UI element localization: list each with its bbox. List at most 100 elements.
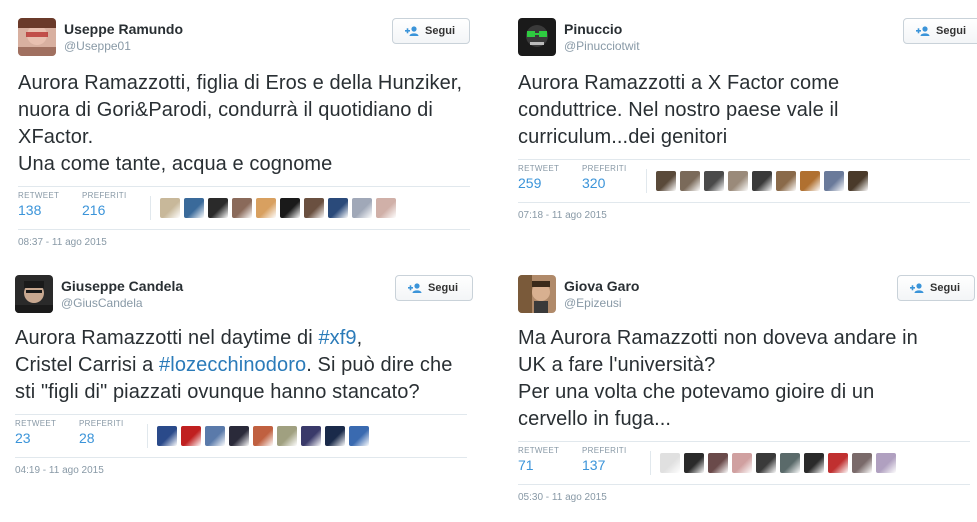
favoriters-avatars	[150, 196, 396, 220]
user-handle[interactable]: @GiusCandela	[61, 296, 143, 310]
add-user-icon	[405, 26, 419, 36]
avatar[interactable]	[18, 18, 56, 56]
retweet-count[interactable]: 71	[518, 457, 559, 473]
favoriter-avatar[interactable]	[684, 453, 704, 473]
favoriter-avatar[interactable]	[656, 171, 676, 191]
favoriter-avatar[interactable]	[824, 171, 844, 191]
retweet-count[interactable]: 138	[18, 202, 59, 218]
favoriter-avatar[interactable]	[352, 198, 372, 218]
tweet-header: Pinuccio @Pinucciotwit Segui	[518, 18, 977, 62]
follow-label: Segui	[428, 282, 458, 294]
tweet-timestamp[interactable]: 05:30 - 11 ago 2015	[518, 492, 970, 503]
favoriter-avatar[interactable]	[256, 198, 276, 218]
retweet-count[interactable]: 259	[518, 175, 559, 191]
favorites-stat[interactable]: PREFERITI 28	[79, 419, 123, 446]
favorites-label: PREFERITI	[79, 419, 124, 428]
favoriter-avatar[interactable]	[157, 426, 177, 446]
avatar[interactable]	[518, 18, 556, 56]
hashtag-link[interactable]: #lozecchinodoro	[159, 354, 306, 376]
favoriters-avatars	[147, 424, 369, 448]
follow-button[interactable]: Segui	[897, 275, 975, 301]
favorites-count[interactable]: 137	[582, 457, 626, 473]
favoriter-avatar[interactable]	[349, 426, 369, 446]
follow-button[interactable]: Segui	[903, 18, 977, 44]
follow-button[interactable]: Segui	[392, 18, 470, 44]
favoriter-avatar[interactable]	[304, 198, 324, 218]
tweet-text-segment: Aurora Ramazzotti nel daytime di	[15, 327, 319, 349]
user-name[interactable]: Giova Garo	[564, 278, 639, 294]
favoriter-avatar[interactable]	[704, 171, 724, 191]
avatar[interactable]	[15, 275, 53, 313]
favoriter-avatar[interactable]	[852, 453, 872, 473]
user-name[interactable]: Pinuccio	[564, 21, 622, 37]
avatar[interactable]	[518, 275, 556, 313]
retweet-stat[interactable]: RETWEET 259	[518, 164, 559, 191]
favorites-label: PREFERITI	[582, 164, 627, 173]
hashtag-link[interactable]: #xf9	[318, 327, 356, 349]
tweet-card: Pinuccio @Pinucciotwit Segui Aurora Rama…	[518, 18, 977, 221]
favoriter-avatar[interactable]	[376, 198, 396, 218]
tweet-card: Giuseppe Candela @GiusCandela Segui Auro…	[15, 275, 473, 476]
favoriter-avatar[interactable]	[660, 453, 680, 473]
favoriters-avatars	[650, 451, 896, 475]
tweet-timestamp[interactable]: 04:19 - 11 ago 2015	[15, 465, 467, 476]
favoriter-avatar[interactable]	[728, 171, 748, 191]
retweet-label: RETWEET	[15, 419, 57, 428]
favoriter-avatar[interactable]	[325, 426, 345, 446]
favoriter-avatar[interactable]	[876, 453, 896, 473]
retweet-label: RETWEET	[18, 191, 60, 200]
favoriter-avatar[interactable]	[208, 198, 228, 218]
tweet-stats: RETWEET 23 PREFERITI 28	[15, 414, 467, 458]
favorites-stat[interactable]: PREFERITI 216	[82, 191, 126, 218]
favoriter-avatar[interactable]	[277, 426, 297, 446]
favoriter-avatar[interactable]	[205, 426, 225, 446]
favoriter-avatar[interactable]	[680, 171, 700, 191]
favoriter-avatar[interactable]	[780, 453, 800, 473]
tweet-timestamp[interactable]: 07:18 - 11 ago 2015	[518, 210, 970, 221]
favoriter-avatar[interactable]	[328, 198, 348, 218]
favoriter-avatar[interactable]	[160, 198, 180, 218]
favoriter-avatar[interactable]	[253, 426, 273, 446]
favoriter-avatar[interactable]	[828, 453, 848, 473]
favorites-count[interactable]: 216	[82, 202, 126, 218]
favorites-stat[interactable]: PREFERITI 137	[582, 446, 626, 473]
favoriter-avatar[interactable]	[280, 198, 300, 218]
follow-button[interactable]: Segui	[395, 275, 473, 301]
favoriter-avatar[interactable]	[756, 453, 776, 473]
tweet-text-segment: Aurora Ramazzotti, figlia di Eros e dell…	[18, 72, 463, 175]
tweet-text-segment: Ma Aurora Ramazzotti non doveva andare i…	[518, 327, 918, 430]
retweet-stat[interactable]: RETWEET 71	[518, 446, 559, 473]
favoriter-avatar[interactable]	[301, 426, 321, 446]
favoriter-avatar[interactable]	[804, 453, 824, 473]
favorites-stat[interactable]: PREFERITI 320	[582, 164, 626, 191]
favoriter-avatar[interactable]	[848, 171, 868, 191]
favoriter-avatar[interactable]	[800, 171, 820, 191]
user-name[interactable]: Useppe Ramundo	[64, 21, 183, 37]
user-handle[interactable]: @Useppe01	[64, 39, 131, 53]
tweet-card: Giova Garo @Epizeusi Segui Ma Aurora Ram…	[518, 275, 975, 503]
tweet-text: Ma Aurora Ramazzotti non doveva andare i…	[518, 325, 938, 433]
favoriter-avatar[interactable]	[776, 171, 796, 191]
favoriter-avatar[interactable]	[184, 198, 204, 218]
user-handle[interactable]: @Epizeusi	[564, 296, 622, 310]
favoriter-avatar[interactable]	[181, 426, 201, 446]
tweet-timestamp[interactable]: 08:37 - 11 ago 2015	[18, 237, 470, 248]
tweet-header: Giuseppe Candela @GiusCandela Segui	[15, 275, 473, 319]
favorites-label: PREFERITI	[582, 446, 627, 455]
favorites-count[interactable]: 320	[582, 175, 626, 191]
favorites-count[interactable]: 28	[79, 430, 123, 446]
user-handle[interactable]: @Pinucciotwit	[564, 39, 640, 53]
favoriter-avatar[interactable]	[708, 453, 728, 473]
retweet-stat[interactable]: RETWEET 23	[15, 419, 56, 446]
retweet-stat[interactable]: RETWEET 138	[18, 191, 59, 218]
add-user-icon	[916, 26, 930, 36]
add-user-icon	[910, 283, 924, 293]
favoriter-avatar[interactable]	[232, 198, 252, 218]
favoriter-avatar[interactable]	[732, 453, 752, 473]
favoriter-avatar[interactable]	[752, 171, 772, 191]
retweet-count[interactable]: 23	[15, 430, 56, 446]
tweet-header: Useppe Ramundo @Useppe01 Segui	[18, 18, 470, 62]
user-name[interactable]: Giuseppe Candela	[61, 278, 183, 294]
favoriter-avatar[interactable]	[229, 426, 249, 446]
tweet-stats: RETWEET 138 PREFERITI 216	[18, 186, 470, 230]
